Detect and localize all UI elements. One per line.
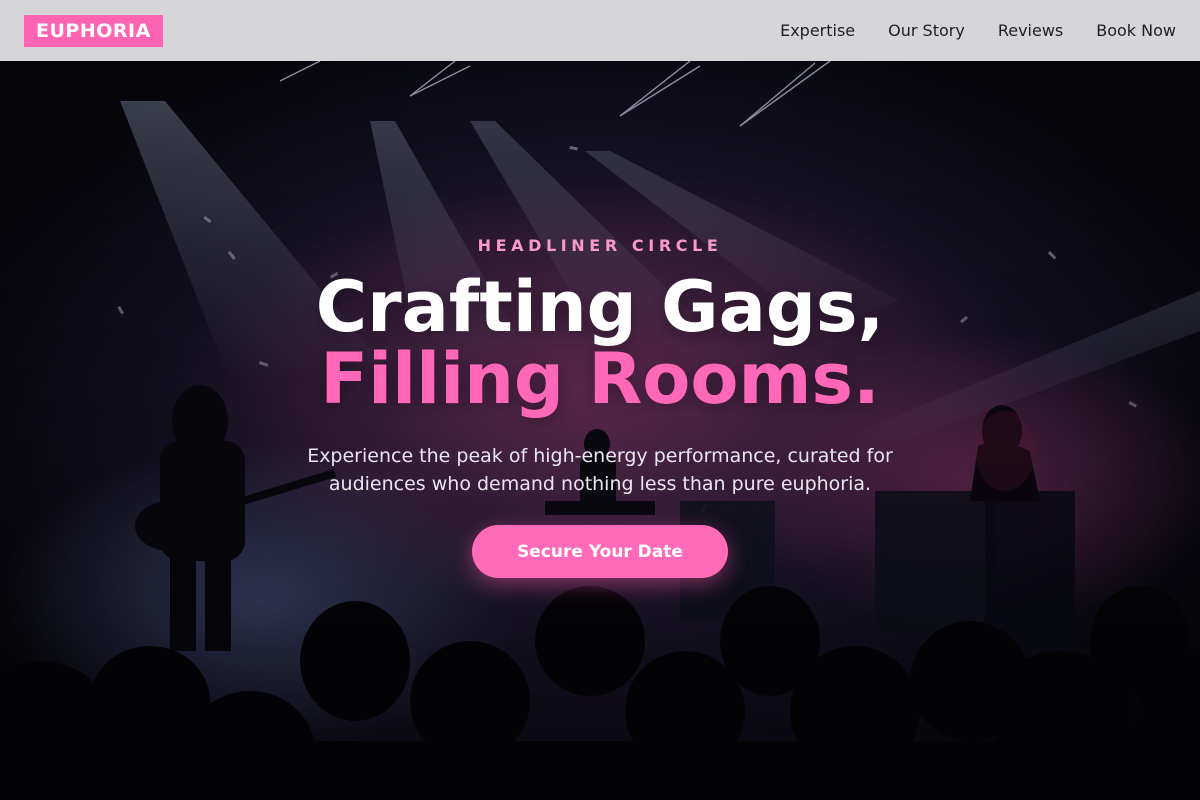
hero-content: HEADLINER CIRCLE Crafting Gags, Filling … xyxy=(0,61,1200,800)
nav-link-our-story[interactable]: Our Story xyxy=(888,21,965,40)
main-nav: Expertise Our Story Reviews Book Now xyxy=(780,21,1176,40)
headline-line-1: Crafting Gags, xyxy=(315,266,885,348)
headline-line-2: Filling Rooms. xyxy=(320,338,880,420)
hero-section: HEADLINER CIRCLE Crafting Gags, Filling … xyxy=(0,61,1200,800)
nav-link-reviews[interactable]: Reviews xyxy=(998,21,1063,40)
secure-your-date-button[interactable]: Secure Your Date xyxy=(472,525,728,578)
nav-link-book-now[interactable]: Book Now xyxy=(1096,21,1176,40)
hero-subtext: Experience the peak of high-energy perfo… xyxy=(307,445,893,495)
brand-logo[interactable]: EUPHORIA xyxy=(24,14,163,47)
hero-eyebrow: HEADLINER CIRCLE xyxy=(477,236,723,255)
top-navigation-bar: EUPHORIA Expertise Our Story Reviews Boo… xyxy=(0,0,1200,61)
nav-link-expertise[interactable]: Expertise xyxy=(780,21,855,40)
hero-headline: Crafting Gags, Filling Rooms. xyxy=(0,271,1200,415)
